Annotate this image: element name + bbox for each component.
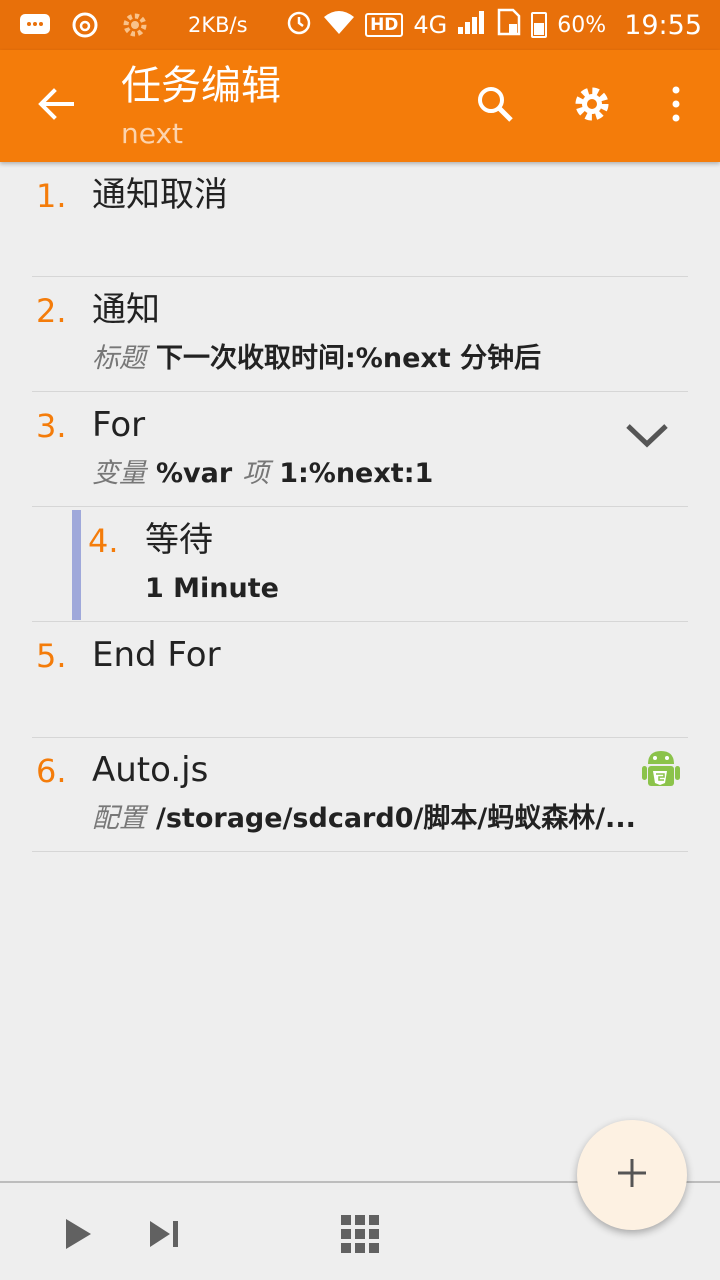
- action-number: 4.: [88, 522, 119, 560]
- detail-label: 项: [242, 458, 270, 489]
- action-row[interactable]: 1. 通知取消: [0, 162, 720, 277]
- play-icon: [64, 1218, 92, 1254]
- skip-next-icon: [148, 1219, 180, 1253]
- task-name-subtitle: next: [121, 117, 184, 150]
- network-speed: 2KB/s: [188, 13, 248, 37]
- detail-value: 1:%next:1: [279, 458, 434, 489]
- step-button[interactable]: [139, 1211, 189, 1261]
- settings-button[interactable]: [562, 76, 622, 136]
- play-button[interactable]: [53, 1211, 103, 1261]
- detail-value: /storage/sdcard0/脚本/蚂蚁森林/...: [156, 803, 636, 834]
- clock: 19:55: [624, 9, 702, 41]
- detail-label: 标题: [92, 343, 146, 374]
- action-list: 1. 通知取消 2. 通知 标题 下一次收取时间:%next 分钟后 3. For…: [0, 162, 720, 852]
- more-vert-icon: [671, 86, 681, 126]
- plus-icon: [616, 1157, 648, 1193]
- hd-badge: HD: [365, 13, 404, 37]
- action-name: 等待: [145, 520, 213, 560]
- collapse-toggle[interactable]: [622, 420, 672, 454]
- action-name: For: [92, 405, 146, 445]
- search-button[interactable]: [465, 76, 525, 136]
- search-icon: [476, 85, 514, 127]
- action-detail: 配置/storage/sdcard0/脚本/蚂蚁森林/...: [92, 802, 636, 836]
- action-name: Auto.js: [92, 750, 209, 790]
- action-row[interactable]: 2. 通知 标题 下一次收取时间:%next 分钟后: [0, 277, 720, 392]
- action-number: 5.: [36, 637, 67, 675]
- action-detail: 1 Minute: [145, 572, 279, 606]
- action-name: End For: [92, 635, 221, 675]
- action-grid-button[interactable]: [335, 1211, 385, 1261]
- action-row[interactable]: 5. End For: [0, 622, 720, 737]
- divider: [32, 737, 688, 738]
- wifi-icon: [323, 9, 355, 41]
- detail-value: 下一次收取时间:%next 分钟后: [156, 343, 542, 374]
- detail-value: 1 Minute: [145, 573, 279, 604]
- back-arrow-icon: [38, 88, 74, 124]
- gear-icon: [572, 84, 612, 128]
- grid-icon: [340, 1214, 380, 1258]
- add-action-button[interactable]: [577, 1120, 687, 1230]
- detail-label: 变量: [92, 458, 146, 489]
- app-bar: 任务编辑 next: [0, 50, 720, 162]
- settings-app-icon: [118, 11, 152, 39]
- status-bar: 2KB/s HD 4G 60% 19:55: [0, 0, 720, 50]
- signal-icon: [457, 9, 487, 41]
- divider: [32, 851, 688, 852]
- action-number: 1.: [36, 177, 67, 215]
- action-number: 6.: [36, 752, 67, 790]
- android-plugin-icon: [642, 747, 680, 789]
- action-detail: 标题 下一次收取时间:%next 分钟后: [92, 342, 541, 376]
- page-title: 任务编辑: [121, 63, 281, 109]
- detail-label: 配置: [92, 803, 146, 834]
- back-button[interactable]: [26, 78, 86, 134]
- battery-percent: 60%: [557, 12, 607, 38]
- more-options-button[interactable]: [646, 76, 706, 136]
- action-name: 通知取消: [92, 175, 228, 215]
- battery-icon: [531, 12, 548, 38]
- action-row[interactable]: 6. Auto.js 配置/storage/sdcard0/脚本/蚂蚁森林/..…: [0, 737, 720, 852]
- action-row[interactable]: 4. 等待 1 Minute: [0, 507, 720, 622]
- detail-value: %var: [156, 458, 233, 489]
- netease-music-icon: [68, 11, 102, 39]
- action-number: 3.: [36, 407, 67, 445]
- network-type: 4G: [413, 11, 448, 39]
- sim-icon: [497, 8, 521, 42]
- alarm-icon: [285, 8, 313, 42]
- chevron-down-icon: [625, 422, 669, 452]
- nesting-indicator: [72, 510, 81, 620]
- chat-icon: [18, 11, 52, 39]
- action-row[interactable]: 3. For 变量 %var 项 1:%next:1: [0, 392, 720, 507]
- action-detail: 变量 %var 项 1:%next:1: [92, 457, 433, 491]
- action-name: 通知: [92, 290, 160, 330]
- action-number: 2.: [36, 292, 67, 330]
